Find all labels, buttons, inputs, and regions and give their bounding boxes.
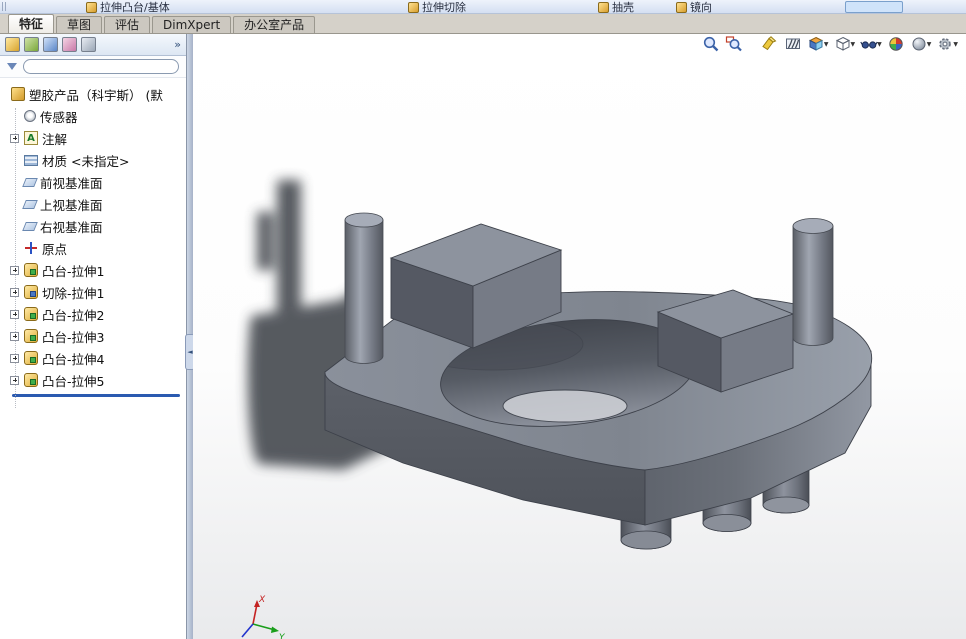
reference-triad: X Y bbox=[241, 595, 286, 639]
material-icon bbox=[24, 155, 38, 166]
ribbon-button-shell[interactable]: 抽壳 bbox=[598, 0, 634, 13]
feature-tree: 塑胶产品（科宇斯） (默 传感器 注解 材质 <未指定> bbox=[0, 78, 186, 639]
view-settings-gear-icon[interactable]: ▼ bbox=[936, 35, 958, 53]
configurationmanager-tab-icon[interactable] bbox=[43, 37, 58, 52]
tree-filter-input[interactable] bbox=[23, 59, 179, 74]
edit-appearance-icon[interactable] bbox=[887, 35, 905, 53]
graphics-area[interactable]: ▼ ▼ ▼ ▼ ▼ X Y bbox=[193, 34, 966, 639]
sensors-icon bbox=[24, 110, 36, 122]
dropdown-arrow-icon[interactable]: ▼ bbox=[824, 41, 829, 48]
tree-item-boss-extrude1[interactable]: 凸台-拉伸1 bbox=[10, 259, 186, 281]
cut-extrude-icon bbox=[24, 285, 38, 299]
tree-item-boss-extrude3[interactable]: 凸台-拉伸3 bbox=[10, 325, 186, 347]
extruded-cut-icon bbox=[408, 1, 419, 13]
tree-item-boss-extrude2[interactable]: 凸台-拉伸2 bbox=[10, 303, 186, 325]
rollback-bar[interactable] bbox=[12, 394, 180, 397]
boss-extrude-icon bbox=[24, 351, 38, 365]
tree-item-right-plane[interactable]: 右视基准面 bbox=[10, 215, 186, 237]
tab-office-products[interactable]: 办公室产品 bbox=[233, 16, 316, 33]
tree-item-front-plane[interactable]: 前视基准面 bbox=[10, 171, 186, 193]
tab-dimxpert[interactable]: DimXpert bbox=[152, 16, 232, 33]
zebra-stripes-icon[interactable] bbox=[784, 35, 802, 53]
view-orientation-icon[interactable]: ▼ bbox=[807, 35, 829, 53]
hide-show-items-icon[interactable]: ▼ bbox=[860, 35, 882, 53]
expand-icon[interactable] bbox=[10, 265, 19, 275]
ribbon-button-extruded-cut[interactable]: 拉伸切除 bbox=[408, 0, 466, 13]
plane-icon bbox=[22, 177, 38, 187]
tab-sketch[interactable]: 草图 bbox=[56, 16, 103, 33]
expand-icon[interactable] bbox=[10, 375, 19, 385]
featuremanager-panel: » 塑胶产品（科宇斯） (默 传感器 注解 bbox=[0, 34, 186, 639]
headsup-view-toolbar: ▼ ▼ ▼ ▼ ▼ bbox=[702, 35, 958, 53]
expand-icon[interactable] bbox=[10, 331, 19, 341]
solidworks-window: 拉伸凸台/基体 拉伸切除 抽壳 镜向 特征 草图 评估 DimXpert 办公室… bbox=[0, 0, 966, 639]
cad-model-3d-view[interactable]: X Y bbox=[193, 34, 966, 639]
triad-x-label: X bbox=[258, 595, 266, 605]
mirror-icon bbox=[676, 1, 687, 13]
expand-icon[interactable] bbox=[10, 353, 19, 363]
dropdown-arrow-icon[interactable]: ▼ bbox=[927, 41, 932, 48]
ribbon-button-extruded-boss[interactable]: 拉伸凸台/基体 bbox=[86, 0, 170, 13]
boss-extrude-icon bbox=[24, 263, 38, 277]
ribbon-strip: 拉伸凸台/基体 拉伸切除 抽壳 镜向 bbox=[0, 0, 966, 14]
display-style-icon[interactable]: ▼ bbox=[834, 35, 856, 53]
tree-item-origin[interactable]: 原点 bbox=[10, 237, 186, 259]
model-pin-right bbox=[792, 218, 834, 346]
boss-extrude-icon bbox=[24, 373, 38, 387]
zoom-area-icon[interactable] bbox=[725, 35, 743, 53]
part-icon bbox=[11, 87, 25, 101]
dropdown-arrow-icon[interactable]: ▼ bbox=[877, 41, 882, 48]
displaymanager-tab-icon[interactable] bbox=[81, 37, 96, 52]
plane-icon bbox=[22, 221, 38, 231]
plane-icon bbox=[22, 199, 38, 209]
dimxpertmanager-tab-icon[interactable] bbox=[62, 37, 77, 52]
featuremanager-tab-icon[interactable] bbox=[5, 37, 20, 52]
origin-icon bbox=[24, 241, 38, 255]
overflow-chevron[interactable]: » bbox=[174, 38, 181, 51]
annotations-icon bbox=[24, 131, 38, 145]
triad-y-label: Y bbox=[279, 633, 286, 639]
tab-features[interactable]: 特征 bbox=[8, 14, 55, 33]
commandmanager-tabbar: 特征 草图 评估 DimXpert 办公室产品 bbox=[0, 14, 966, 34]
tree-item-top-plane[interactable]: 上视基准面 bbox=[10, 193, 186, 215]
expand-icon[interactable] bbox=[10, 309, 19, 319]
tree-item-cut-extrude1[interactable]: 切除-拉伸1 bbox=[10, 281, 186, 303]
tree-item-material[interactable]: 材质 <未指定> bbox=[10, 149, 186, 171]
shell-icon bbox=[598, 1, 609, 13]
zoom-fit-icon[interactable] bbox=[702, 35, 720, 53]
propertymanager-tab-icon[interactable] bbox=[24, 37, 39, 52]
tree-item-boss-extrude5[interactable]: 凸台-拉伸5 bbox=[10, 369, 186, 391]
ribbon-highlighted-button[interactable] bbox=[845, 1, 903, 13]
tab-evaluate[interactable]: 评估 bbox=[104, 16, 151, 33]
tree-filter-row bbox=[0, 56, 186, 78]
extruded-boss-icon bbox=[86, 1, 97, 13]
tree-item-annotations[interactable]: 注解 bbox=[10, 127, 186, 149]
ribbon-button-mirror[interactable]: 镜向 bbox=[676, 0, 712, 13]
flashlight-icon[interactable] bbox=[761, 35, 779, 53]
manager-tab-strip: » bbox=[0, 34, 186, 56]
dropdown-arrow-icon[interactable]: ▼ bbox=[851, 41, 856, 48]
tree-item-part-root[interactable]: 塑胶产品（科宇斯） (默 bbox=[10, 83, 186, 105]
tree-item-sensors[interactable]: 传感器 bbox=[10, 105, 186, 127]
boss-extrude-icon bbox=[24, 307, 38, 321]
boss-extrude-icon bbox=[24, 329, 38, 343]
panel-splitter[interactable] bbox=[185, 34, 195, 639]
expand-icon[interactable] bbox=[10, 287, 19, 297]
apply-scene-icon[interactable]: ▼ bbox=[910, 35, 932, 53]
expand-icon[interactable] bbox=[10, 133, 19, 143]
toolbar-grip bbox=[2, 2, 6, 11]
dropdown-arrow-icon[interactable]: ▼ bbox=[953, 41, 958, 48]
model-pin-left bbox=[344, 212, 384, 364]
tree-item-boss-extrude4[interactable]: 凸台-拉伸4 bbox=[10, 347, 186, 369]
filter-funnel-icon bbox=[7, 63, 17, 70]
